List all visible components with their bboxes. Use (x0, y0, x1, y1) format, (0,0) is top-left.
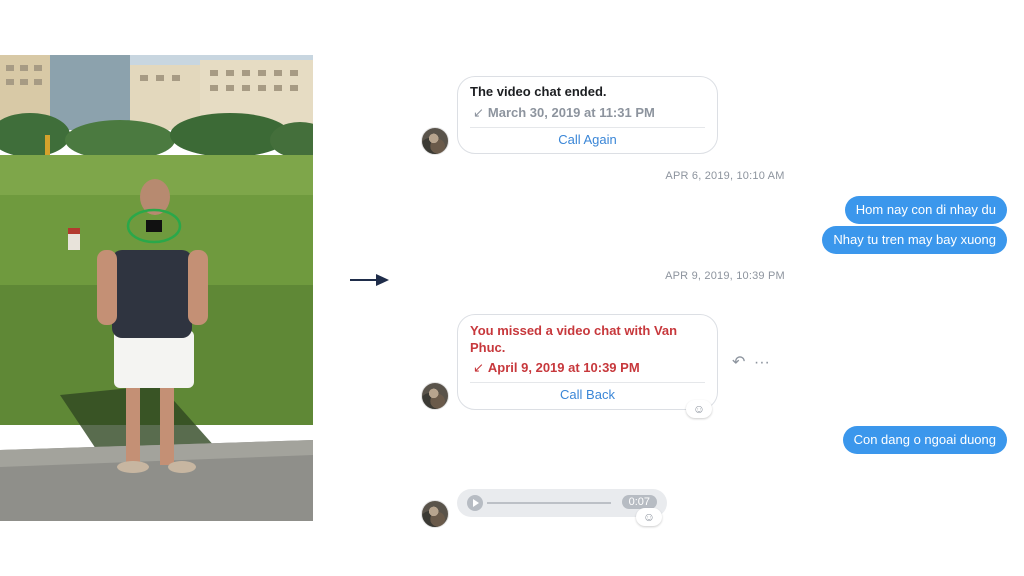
more-options-icon[interactable]: ··· (754, 354, 770, 371)
outgoing-message[interactable]: Nhay tu tren may bay xuong (822, 226, 1007, 254)
outgoing-message[interactable]: Hom nay con di nhay du (844, 196, 1007, 224)
call-again-button[interactable]: Call Again (458, 132, 717, 147)
arrow-right-icon (350, 273, 390, 292)
audio-duration: 0:07 (621, 495, 657, 509)
message-actions: ↶ ··· (732, 352, 770, 372)
avatar[interactable] (421, 127, 449, 155)
avatar[interactable] (421, 500, 449, 528)
card-divider (470, 382, 705, 383)
call-time-text: April 9, 2019 at 10:39 PM (487, 360, 640, 375)
add-reaction-icon[interactable]: ☺ (686, 400, 712, 418)
missed-call-icon: ↙ (473, 360, 484, 375)
card-title-line1: You missed a video chat with Van (470, 323, 678, 338)
outgoing-message[interactable]: Con dang o ngoai duong (842, 426, 1007, 454)
call-time-text: March 30, 2019 at 11:31 PM (487, 105, 655, 120)
avatar[interactable] (421, 382, 449, 410)
timestamp: APR 9, 2019, 10:39 PM (665, 270, 785, 282)
card-title-line2: Phuc. (470, 340, 506, 355)
reply-icon[interactable]: ↶ (732, 354, 745, 371)
timestamp: APR 6, 2019, 10:10 AM (665, 170, 785, 182)
card-divider (470, 127, 705, 128)
missed-video-chat-card: You missed a video chat with Van Phuc. ↙… (457, 314, 718, 410)
call-time: ↙ April 9, 2019 at 10:39 PM (473, 360, 640, 376)
video-chat-ended-card: The video chat ended. ↙ March 30, 2019 at… (457, 76, 718, 154)
call-back-button[interactable]: Call Back (458, 387, 717, 402)
photo-attachment (0, 55, 313, 521)
card-title: The video chat ended. (470, 84, 607, 99)
audio-message: 0:07 (457, 489, 667, 517)
call-time: ↙ March 30, 2019 at 11:31 PM (473, 105, 655, 121)
add-reaction-icon[interactable]: ☺ (636, 508, 662, 526)
call-arrow-icon: ↙ (473, 105, 484, 120)
play-icon[interactable] (467, 495, 483, 511)
audio-progress-track[interactable] (487, 502, 611, 504)
